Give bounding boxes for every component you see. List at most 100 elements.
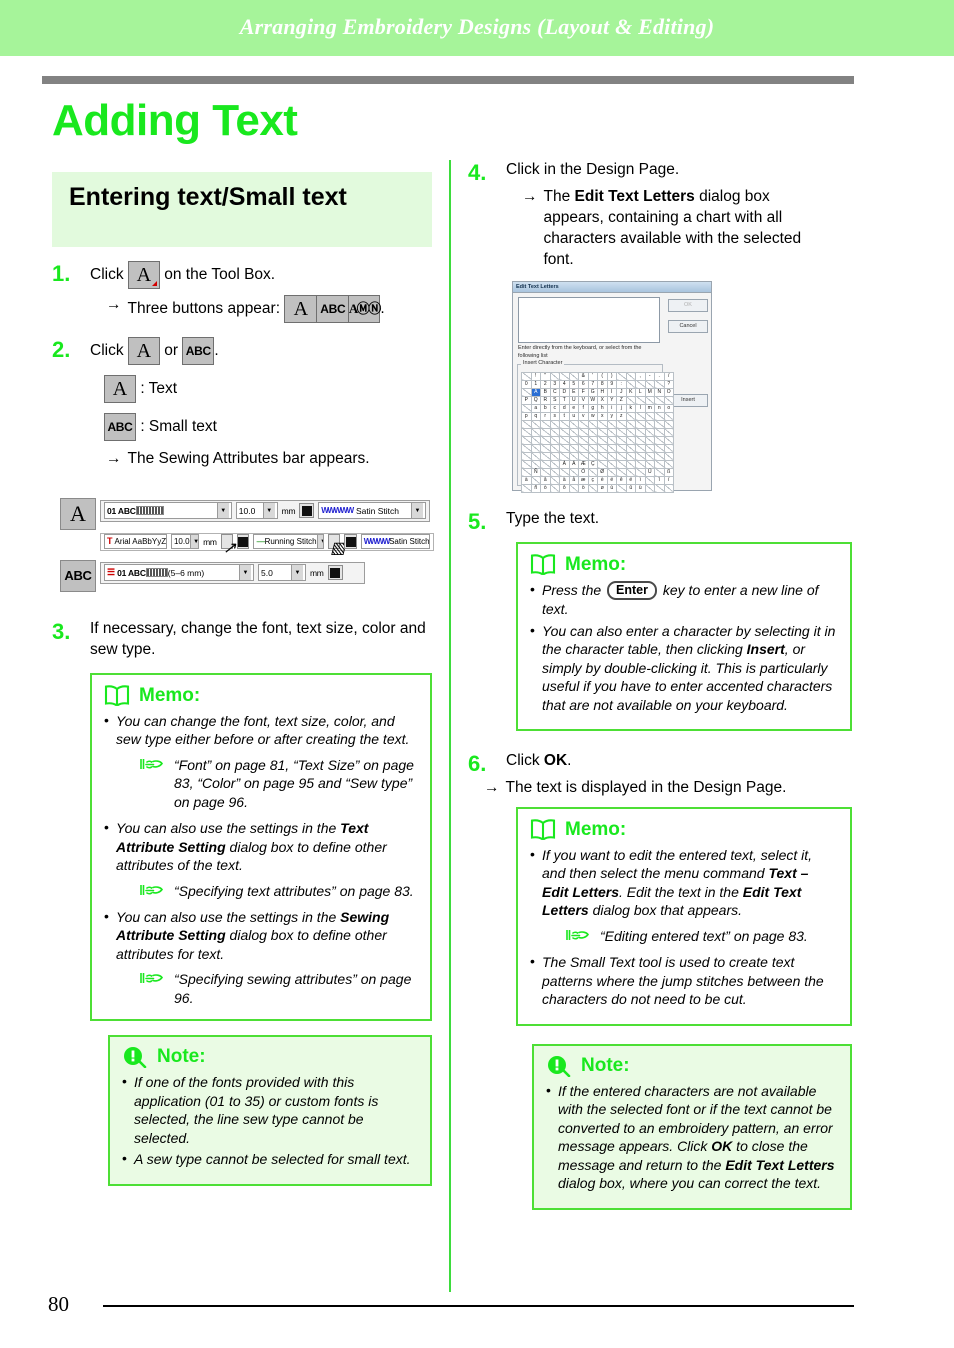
chevron-down-icon[interactable]: ▼ [262, 503, 275, 519]
small-text-button-icon[interactable]: ABC [316, 295, 349, 323]
character-cell[interactable]: N [654, 387, 665, 397]
line-color-button[interactable] [236, 534, 250, 550]
character-cell[interactable]: X [597, 395, 608, 405]
character-cell[interactable]: ) [606, 371, 617, 381]
character-cell[interactable]: ò [540, 483, 551, 493]
character-cell[interactable]: L [635, 387, 646, 397]
character-cell[interactable]: P [521, 395, 532, 405]
character-cell[interactable]: C [549, 387, 560, 397]
character-cell[interactable]: Ø [597, 467, 608, 477]
region-color-button[interactable] [344, 534, 357, 550]
chevron-down-icon[interactable]: ▼ [291, 565, 303, 581]
chevron-down-icon[interactable]: ▼ [239, 565, 251, 581]
character-cell-selected[interactable]: A [530, 387, 541, 397]
character-cell[interactable]: h [597, 403, 608, 413]
character-cell[interactable]: x [597, 411, 608, 421]
character-cell[interactable]: à [521, 475, 532, 485]
character-cell[interactable]: G [587, 387, 598, 397]
character-cell[interactable]: k [625, 403, 636, 413]
character-cell[interactable]: À [559, 459, 570, 469]
character-cell[interactable]: 0 [521, 379, 532, 389]
character-cell[interactable]: ù [606, 483, 617, 493]
chevron-down-icon[interactable]: ▼ [316, 535, 324, 549]
character-cell[interactable]: Ü [644, 467, 655, 477]
character-cell[interactable]: Ç [587, 459, 598, 469]
character-cell[interactable]: , [635, 371, 646, 381]
character-cell[interactable]: c [549, 403, 560, 413]
character-cell[interactable]: i [606, 403, 617, 413]
character-cell[interactable]: S [549, 395, 560, 405]
font-combo-2[interactable]: T Arial AaBbYyZz ▼ [104, 534, 167, 550]
character-cell[interactable]: è [597, 475, 608, 485]
character-cell[interactable]: Q [530, 395, 541, 405]
dialog-insert-button[interactable]: Insert [668, 393, 708, 407]
character-cell[interactable]: q [530, 411, 541, 421]
character-cell[interactable]: ñ [530, 483, 541, 493]
character-cell[interactable]: V [578, 395, 589, 405]
character-cell[interactable]: u [568, 411, 579, 421]
character-cell[interactable]: 6 [578, 379, 589, 389]
character-cell[interactable]: U [568, 395, 579, 405]
character-cell[interactable]: j [616, 403, 627, 413]
character-cell[interactable]: M [644, 387, 655, 397]
character-cell[interactable]: ß [663, 467, 674, 477]
character-cell[interactable]: ô [559, 483, 570, 493]
chevron-down-icon[interactable]: ▼ [411, 503, 423, 519]
character-cell[interactable]: O [663, 387, 674, 397]
character-cell[interactable]: / [663, 371, 674, 381]
small-text-tool-icon-2[interactable]: ABC [182, 337, 215, 365]
character-cell[interactable]: ' [587, 371, 598, 381]
character-cell[interactable]: B [540, 387, 551, 397]
character-cell[interactable]: Ñ [530, 467, 541, 477]
character-cell[interactable]: t [559, 411, 570, 421]
character-cell[interactable]: 9 [606, 379, 617, 389]
small-font-combo[interactable]: ☰ 01 ABC (5–6 mm) ▼ [104, 564, 254, 582]
sew-type-combo-1[interactable]: WWWWW Satin Stitch ▼ [318, 502, 426, 520]
region-sew-type-combo[interactable]: WWWW Satin Stitch ▼ [360, 534, 430, 550]
character-cell[interactable]: Z [616, 395, 627, 405]
character-cell[interactable]: w [587, 411, 598, 421]
character-cell[interactable]: æ [578, 475, 589, 485]
character-cell[interactable]: K [625, 387, 636, 397]
character-cell[interactable]: s [549, 411, 560, 421]
character-cell[interactable]: d [559, 403, 570, 413]
character-grid[interactable]: ! " & '(), -./0 1 2 3 4 5 6 7 8 9:? A B C D E F G H I J K L M N O P Q R… [521, 371, 674, 493]
character-cell[interactable]: ï [663, 475, 674, 485]
character-cell[interactable]: Ó [578, 467, 589, 477]
character-cell[interactable]: ä [559, 475, 570, 485]
character-cell[interactable]: ö [578, 483, 589, 493]
small-color-button[interactable] [327, 565, 343, 581]
small-size-combo[interactable]: 5.0 ▼ [258, 564, 306, 582]
character-cell[interactable]: & [578, 371, 589, 381]
character-cell[interactable]: ! [530, 371, 541, 381]
chevron-down-icon[interactable]: ▼ [216, 503, 229, 519]
character-cell[interactable]: F [578, 387, 589, 397]
character-cell[interactable]: " [540, 371, 551, 381]
character-cell[interactable]: g [587, 403, 598, 413]
character-cell[interactable]: E [568, 387, 579, 397]
character-cell[interactable]: r [540, 411, 551, 421]
character-cell[interactable]: î [654, 475, 665, 485]
chevron-down-icon[interactable]: ▼ [189, 535, 199, 549]
line-toggle-button[interactable]: ↗ [220, 534, 236, 557]
line-sew-type-combo[interactable]: ----- Running Stitch ▼ [253, 534, 325, 550]
character-cell[interactable]: v [578, 411, 589, 421]
character-cell[interactable]: 8 [597, 379, 608, 389]
character-cell[interactable]: û [625, 483, 636, 493]
text-button-icon[interactable]: A [284, 295, 317, 323]
character-cell[interactable]: Á [568, 459, 579, 469]
character-cell[interactable]: é [606, 475, 617, 485]
character-cell[interactable]: R [540, 395, 551, 405]
character-cell[interactable]: H [597, 387, 608, 397]
character-cell[interactable]: : [616, 379, 627, 389]
character-cell[interactable]: â [540, 475, 551, 485]
character-cell[interactable]: p [521, 411, 532, 421]
three-tool-buttons[interactable]: A ABC AⓂⓃ [284, 295, 381, 323]
size-combo-2[interactable]: 10.0 ▼ [170, 534, 200, 550]
character-cell[interactable]: T [559, 395, 570, 405]
region-toggle-button[interactable]: ▧ [328, 534, 345, 557]
character-cell[interactable]: m [644, 403, 655, 413]
character-cell[interactable]: 2 [540, 379, 551, 389]
character-cell[interactable]: 1 [530, 379, 541, 389]
text-tool-icon-2[interactable]: A [127, 337, 160, 365]
